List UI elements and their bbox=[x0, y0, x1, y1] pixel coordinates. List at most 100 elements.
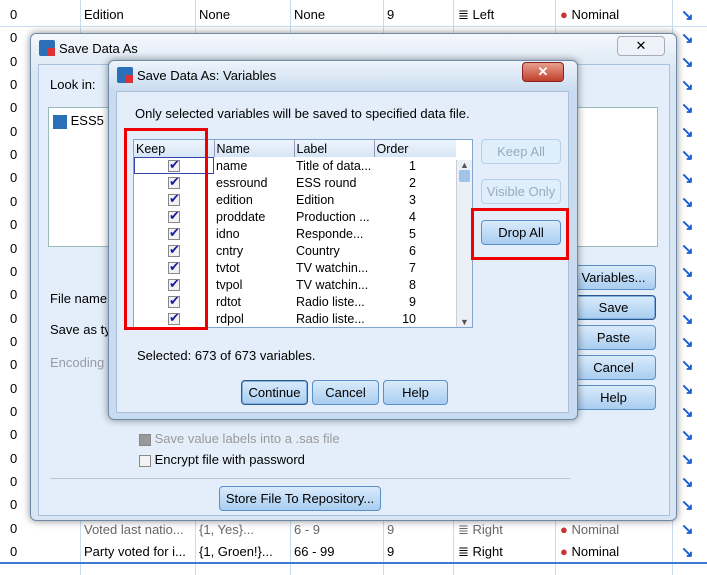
role-input-icon: ↘ bbox=[681, 263, 694, 281]
scroll-up-icon[interactable]: ▲ bbox=[457, 160, 472, 170]
encoding-label: Encoding bbox=[50, 355, 105, 370]
nominal-icon: ● Nominal bbox=[560, 7, 620, 22]
grid-cell-value: 0 bbox=[10, 287, 18, 303]
role-input-icon: ↘ bbox=[681, 287, 694, 305]
order-cell: 5 bbox=[409, 226, 416, 241]
label-cell: Radio liste... bbox=[296, 294, 365, 309]
role-input-icon: ↘ bbox=[681, 123, 694, 141]
grid-cell-value: 0 bbox=[10, 474, 18, 489]
checkbox bbox=[139, 433, 151, 446]
role-input-icon: ↘ bbox=[681, 474, 694, 491]
continue-button[interactable]: Continue bbox=[241, 380, 308, 405]
role-input-icon: ↘ bbox=[681, 7, 694, 24]
grid-cell-value: 0 bbox=[10, 77, 18, 93]
cell: 6 - 9 bbox=[294, 522, 321, 537]
name-cell: tvpol bbox=[216, 277, 243, 292]
cell: 9 bbox=[387, 7, 395, 22]
close-button[interactable]: ✕ bbox=[617, 36, 665, 56]
grid-cell-value: 0 bbox=[10, 403, 18, 419]
column-header-name[interactable]: Name bbox=[214, 140, 295, 157]
grid-row[interactable]: Voted last natio... {1, Yes}... 6 - 9 9 … bbox=[0, 518, 707, 542]
name-cell: tvtot bbox=[216, 260, 240, 275]
look-in-label: Look in: bbox=[50, 77, 96, 92]
cell: {1, Yes}... bbox=[199, 522, 254, 537]
file-name: ESS5 bbox=[70, 113, 104, 128]
cell: Nominal bbox=[571, 522, 620, 537]
role-input-icon: ↘ bbox=[681, 77, 694, 95]
grid-row[interactable]: Edition None None 9 ≣ Left ● Nominal bbox=[0, 3, 707, 27]
align-icon: ≣ Left bbox=[458, 7, 495, 22]
label-cell: Title of data... bbox=[296, 158, 372, 173]
data-file-icon bbox=[53, 114, 67, 129]
help-button[interactable]: Help bbox=[383, 380, 448, 405]
button-label: Visible Only bbox=[486, 184, 556, 199]
order-cell: 10 bbox=[402, 311, 416, 326]
close-button[interactable]: ✕ bbox=[522, 62, 564, 82]
order-cell: 9 bbox=[409, 294, 416, 309]
scrollbar[interactable]: ▲ ▼ bbox=[456, 160, 472, 327]
grid-row[interactable]: Party voted for i... {1, Groen!}... 66 -… bbox=[0, 540, 707, 564]
label-cell: ESS round bbox=[296, 175, 357, 190]
help-button[interactable]: Help bbox=[571, 385, 656, 410]
role-input-icon: ↘ bbox=[681, 193, 694, 211]
name-cell: name bbox=[216, 158, 248, 173]
checkbox-label: Save value labels into a .sas file bbox=[154, 431, 340, 446]
align-icon: ≣ Right bbox=[458, 522, 503, 537]
store-file-to-repository-button[interactable]: Store File To Repository... bbox=[219, 486, 381, 511]
grid-cell-value: 0 bbox=[10, 30, 18, 46]
name-cell: essround bbox=[216, 175, 268, 190]
cell: Right bbox=[472, 522, 503, 537]
role-input-icon: ↘ bbox=[681, 310, 694, 328]
grid-cell-value: 0 bbox=[10, 450, 18, 466]
name-cell: edition bbox=[216, 192, 253, 207]
cell: Nominal bbox=[571, 544, 620, 559]
grid-cell-value: 0 bbox=[10, 263, 18, 279]
role-input-icon: ↘ bbox=[681, 53, 694, 71]
name-cell: idno bbox=[216, 226, 240, 241]
paste-button[interactable]: Paste bbox=[571, 325, 656, 350]
grid-cell-value: 0 bbox=[10, 123, 18, 139]
label-cell: Responde... bbox=[296, 226, 364, 241]
cancel-button[interactable]: Cancel bbox=[312, 380, 379, 405]
role-input-icon: ↘ bbox=[681, 450, 694, 468]
file-name-label: File name bbox=[50, 291, 108, 306]
grid-cell-value: 0 bbox=[10, 240, 18, 256]
file-item[interactable]: ESS5 bbox=[53, 113, 104, 129]
scroll-thumb[interactable] bbox=[459, 170, 470, 182]
role-input-icon: ↘ bbox=[681, 380, 694, 398]
encrypt-checkbox[interactable]: Encrypt file with password bbox=[139, 452, 305, 467]
label-cell: TV watchin... bbox=[296, 277, 369, 292]
variables-button[interactable]: Variables... bbox=[571, 265, 656, 290]
label-cell: Radio liste... bbox=[296, 311, 365, 326]
grid-cell-value: 0 bbox=[10, 100, 18, 116]
nominal-icon: ● Nominal bbox=[560, 522, 620, 537]
nominal-icon: ● Nominal bbox=[560, 544, 620, 559]
label-cell: TV watchin... bbox=[296, 260, 369, 275]
label-cell: Edition bbox=[296, 192, 335, 207]
name-cell: rdpol bbox=[216, 311, 244, 326]
role-input-icon: ↘ bbox=[681, 403, 694, 421]
role-input-icon: ↘ bbox=[681, 497, 694, 515]
app-icon bbox=[39, 40, 55, 56]
grid-cell-value: 0 bbox=[10, 497, 18, 513]
save-button[interactable]: Save bbox=[571, 295, 656, 320]
cell: Party voted for i... bbox=[84, 544, 186, 559]
role-input-icon: ↘ bbox=[681, 170, 694, 188]
cell: Voted last natio... bbox=[84, 522, 184, 537]
column-header-label[interactable]: Label bbox=[294, 140, 375, 157]
checkbox[interactable] bbox=[139, 454, 151, 467]
keep-all-button[interactable]: Keep All bbox=[481, 139, 561, 164]
cancel-button[interactable]: Cancel bbox=[571, 355, 656, 380]
scroll-down-icon[interactable]: ▼ bbox=[457, 317, 472, 327]
cell: {1, Groen!}... bbox=[199, 544, 273, 559]
column-header-order[interactable]: Order bbox=[374, 140, 456, 157]
cell: None bbox=[199, 7, 231, 22]
cell: Left bbox=[472, 7, 495, 22]
visible-only-button[interactable]: Visible Only bbox=[481, 179, 561, 204]
align-icon: ≣ Right bbox=[458, 544, 503, 559]
grid-cell-value: 0 bbox=[10, 333, 18, 349]
role-input-icon: ↘ bbox=[681, 30, 694, 48]
grid-cell-value: 0 bbox=[10, 170, 18, 186]
role-input-icon: ↘ bbox=[681, 217, 694, 235]
checkbox-label: Encrypt file with password bbox=[154, 452, 305, 467]
